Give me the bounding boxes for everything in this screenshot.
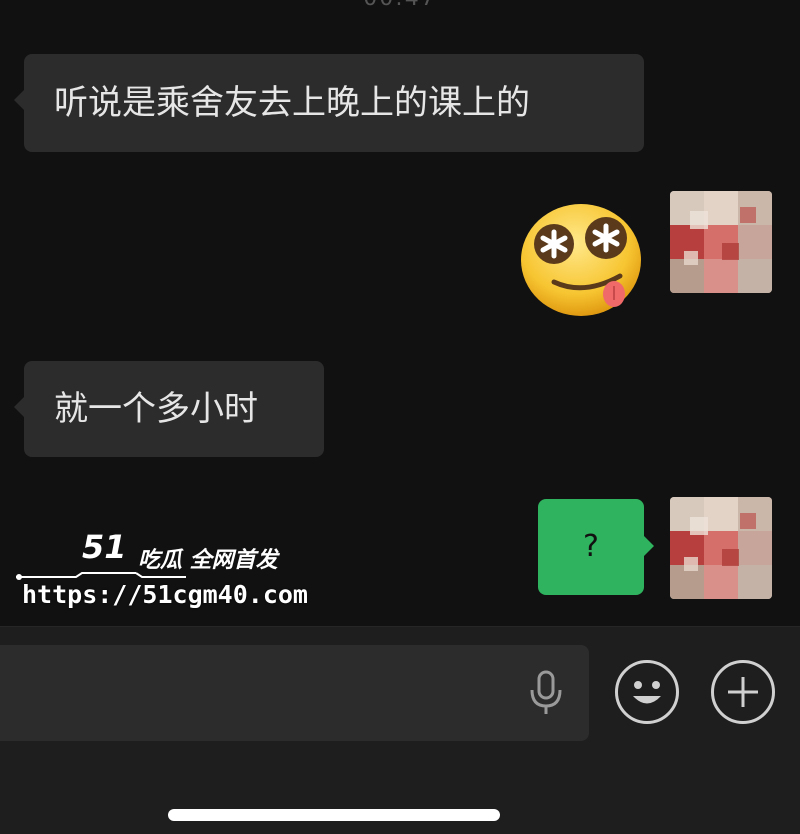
message-text: 听说是乘舍友去上晚上的课上的 bbox=[54, 83, 530, 123]
incoming-message-bubble[interactable]: 听说是乘舍友去上晚上的课上的 bbox=[14, 54, 644, 152]
drooling-star-eyes-emoji-icon[interactable] bbox=[518, 200, 644, 318]
incoming-message-bubble[interactable]: 就一个多小时 bbox=[14, 361, 324, 457]
emoji-button[interactable] bbox=[615, 660, 679, 724]
input-bar bbox=[0, 626, 800, 834]
message-text: ? bbox=[583, 529, 599, 564]
message-text: 就一个多小时 bbox=[54, 389, 258, 429]
microphone-icon[interactable] bbox=[528, 670, 564, 716]
watermark-tagline: 吃瓜 全网首发 bbox=[138, 548, 278, 573]
avatar[interactable] bbox=[670, 191, 772, 293]
home-indicator[interactable] bbox=[168, 809, 500, 821]
avatar[interactable] bbox=[670, 497, 772, 599]
plus-icon bbox=[728, 677, 758, 707]
plus-button[interactable] bbox=[711, 660, 775, 724]
outgoing-message-bubble[interactable]: ? bbox=[538, 499, 654, 595]
watermark-logo: 51 bbox=[82, 528, 127, 566]
watermark: 51 吃瓜 全网首发 https://51cgm40.com bbox=[16, 524, 308, 619]
chat-screen: 00:47 听说是乘舍友去上晚上的课上的 bbox=[0, 0, 800, 834]
status-time: 00:47 bbox=[0, 0, 800, 11]
smiley-face-icon bbox=[633, 681, 661, 704]
message-input[interactable] bbox=[0, 645, 589, 741]
watermark-url: https://51cgm40.com bbox=[22, 580, 308, 609]
